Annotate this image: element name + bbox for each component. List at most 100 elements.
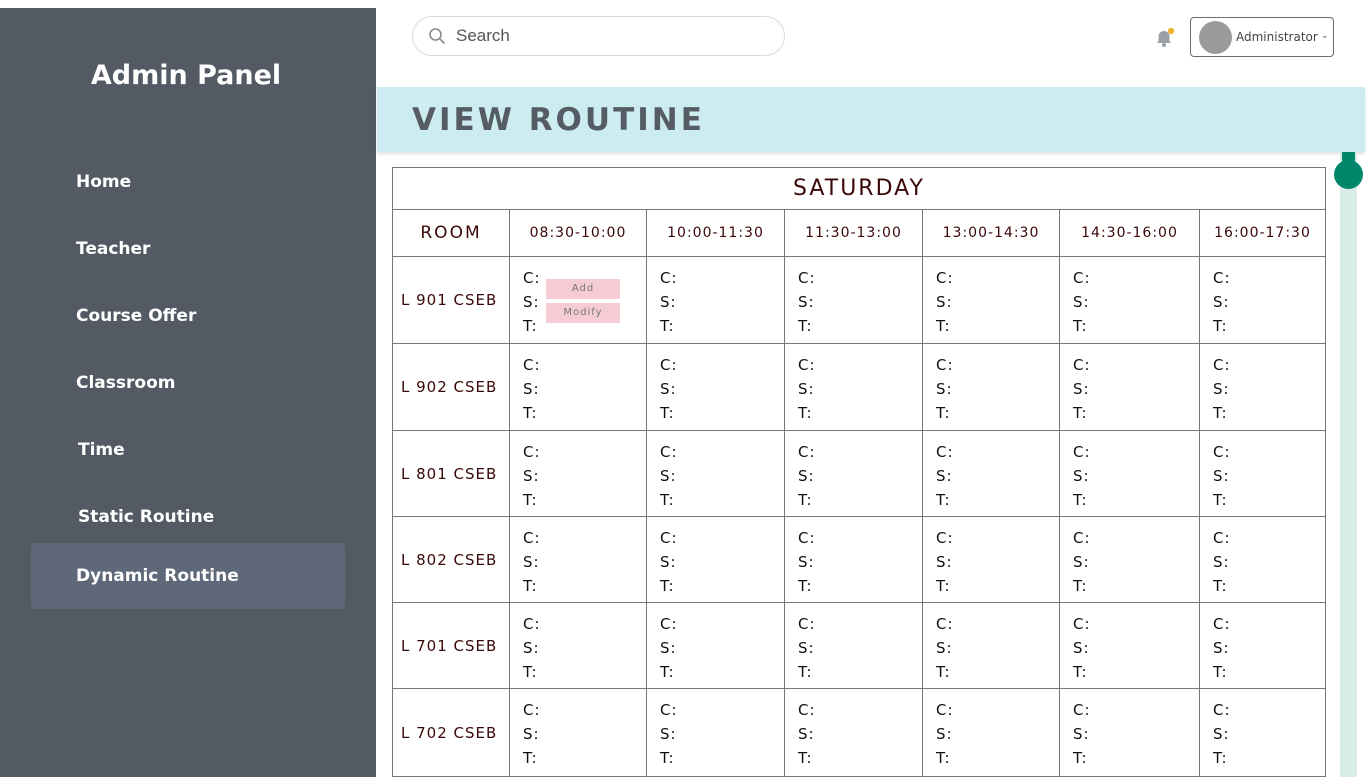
sidebar-item-classroom[interactable]: Classroom xyxy=(31,350,345,416)
routine-slot[interactable]: C: S: T: xyxy=(784,602,923,689)
slot-field-c: C: xyxy=(936,356,954,374)
routine-slot[interactable]: C: S: T: xyxy=(784,688,923,777)
slot-field-c: C: xyxy=(523,701,541,719)
sidebar-item-teacher[interactable]: Teacher xyxy=(31,216,345,282)
routine-slot[interactable]: C: S: T: xyxy=(1059,343,1200,431)
routine-slot[interactable]: C: S: T: xyxy=(1199,602,1326,689)
room-name: L 802 CSEB xyxy=(392,516,510,603)
slot-field-t: T: xyxy=(798,491,813,509)
routine-slot[interactable]: C: S: T: xyxy=(1059,430,1200,517)
slot-field-s: S: xyxy=(936,293,953,311)
routine-slot[interactable]: C: S: T: xyxy=(646,516,785,603)
slot-field-c: C: xyxy=(936,269,954,287)
slot-field-t: T: xyxy=(1213,663,1228,681)
routine-slot[interactable]: C: S: T: xyxy=(784,343,923,431)
chevron-down-icon: ⌄ xyxy=(1321,30,1329,40)
sidebar-item-time[interactable]: Time xyxy=(31,417,345,483)
slot-field-t: T: xyxy=(1213,577,1228,595)
routine-slot[interactable]: C: S: T: xyxy=(646,343,785,431)
routine-slot[interactable]: C: S: T: xyxy=(784,516,923,603)
sidebar-item-dynamic-routine[interactable]: Dynamic Routine xyxy=(31,543,345,609)
slot-field-c: C: xyxy=(660,529,678,547)
routine-slot[interactable]: C: S: T: xyxy=(1199,688,1326,777)
routine-slot[interactable]: C: S: T: xyxy=(646,688,785,777)
slot-field-t: T: xyxy=(1073,749,1088,767)
routine-slot[interactable]: C: S: T: xyxy=(784,430,923,517)
slot-field-t: T: xyxy=(523,663,538,681)
routine-slot[interactable]: C: S: T: xyxy=(1059,256,1200,344)
slot-field-c: C: xyxy=(660,269,678,287)
slot-field-t: T: xyxy=(798,749,813,767)
routine-table: SATURDAY ROOM 08:30-10:00 10:00-11:30 11… xyxy=(392,167,1326,777)
routine-slot[interactable]: C: S: T: xyxy=(784,256,923,344)
routine-slot[interactable]: C: S: T: xyxy=(1199,343,1326,431)
routine-slot[interactable]: C: S: T: xyxy=(509,430,647,517)
table-row: L 902 CSEB C: S: T: C: S: T: C: S: T: C: S: T: C: S: T:… xyxy=(392,343,1326,431)
slot-field-c: C: xyxy=(936,529,954,547)
page-title: VIEW ROUTINE xyxy=(412,102,705,138)
slot-field-c: C: xyxy=(1073,269,1091,287)
scrollbar-track[interactable] xyxy=(1340,152,1357,777)
routine-slot[interactable]: C: S: T: xyxy=(922,602,1060,689)
slot-field-s: S: xyxy=(798,467,815,485)
slot-field-s: S: xyxy=(1213,293,1230,311)
table-row: L 701 CSEB C: S: T: C: S: T: C: S: T: C: S: T: C: S: T:… xyxy=(392,602,1326,689)
slot-field-t: T: xyxy=(523,749,538,767)
routine-slot[interactable]: C: S: T: xyxy=(922,688,1060,777)
search-box[interactable] xyxy=(412,16,785,56)
search-input[interactable] xyxy=(456,24,766,48)
routine-slot[interactable]: C: S: T: xyxy=(922,430,1060,517)
slot-field-s: S: xyxy=(660,639,677,657)
slot-field-c: C: xyxy=(1073,701,1091,719)
routine-slot[interactable]: C: S: T: xyxy=(509,516,647,603)
routine-slot[interactable]: C: S: T: xyxy=(509,688,647,777)
brand-title: Admin Panel xyxy=(90,60,282,91)
slot-field-c: C: xyxy=(936,615,954,633)
slot-field-c: C: xyxy=(798,701,816,719)
slot-field-c: C: xyxy=(660,701,678,719)
scrollbar-thumb[interactable] xyxy=(1334,160,1363,189)
routine-slot[interactable]: C: S: T: xyxy=(1199,256,1326,344)
routine-slot[interactable]: C: S: T: xyxy=(646,602,785,689)
routine-slot[interactable]: C: S: T: xyxy=(1059,516,1200,603)
slot-field-c: C: xyxy=(523,529,541,547)
sidebar-item-label: Course Offer xyxy=(76,306,197,326)
slot-field-s: S: xyxy=(798,639,815,657)
bell-icon[interactable] xyxy=(1154,27,1176,49)
sidebar-item-static-routine[interactable]: Static Routine xyxy=(31,484,345,550)
routine-slot[interactable]: C: S: T: xyxy=(646,430,785,517)
slot-field-c: C: xyxy=(1213,615,1231,633)
slot-field-s: S: xyxy=(1073,467,1090,485)
sidebar-item-home[interactable]: Home xyxy=(31,149,345,215)
sidebar-item-label: Home xyxy=(76,172,132,192)
room-name: L 701 CSEB xyxy=(392,602,510,689)
sidebar-item-course-offer[interactable]: Course Offer xyxy=(31,283,345,349)
sidebar-item-label: Static Routine xyxy=(78,507,215,527)
modify-button[interactable]: Modify xyxy=(546,303,620,323)
routine-slot[interactable]: C: S: T: xyxy=(922,256,1060,344)
table-row: L 702 CSEB C: S: T: C: S: T: C: S: T: C: S: T: C: S: T:… xyxy=(392,688,1326,777)
time-slot-header: 11:30-13:00 xyxy=(784,209,923,257)
routine-slot[interactable]: C: S: T: xyxy=(1059,602,1200,689)
slot-field-c: C: xyxy=(1073,615,1091,633)
routine-slot[interactable]: C: S: T: xyxy=(1059,688,1200,777)
routine-slot[interactable]: C: S: T: xyxy=(1199,516,1326,603)
slot-field-s: S: xyxy=(1213,553,1230,571)
routine-slot[interactable]: C: S: T: xyxy=(646,256,785,344)
routine-slot[interactable]: C: S: T: xyxy=(509,602,647,689)
slot-field-s: S: xyxy=(798,293,815,311)
routine-slot[interactable]: C: S: T: xyxy=(922,343,1060,431)
slot-field-c: C: xyxy=(1213,443,1231,461)
routine-slot[interactable]: C: S: T: xyxy=(1199,430,1326,517)
routine-slot[interactable]: C: S: T: Add Modify xyxy=(509,256,647,344)
slot-field-t: T: xyxy=(660,577,675,595)
time-slot-header: 08:30-10:00 xyxy=(509,209,647,257)
routine-slot[interactable]: C: S: T: xyxy=(922,516,1060,603)
slot-field-s: S: xyxy=(1073,639,1090,657)
slot-field-c: C: xyxy=(1073,529,1091,547)
routine-slot[interactable]: C: S: T: xyxy=(509,343,647,431)
day-title: SATURDAY xyxy=(392,167,1326,210)
user-menu-button[interactable]: Administrator ⌄ xyxy=(1190,17,1334,57)
add-button[interactable]: Add xyxy=(546,279,620,299)
slot-field-s: S: xyxy=(523,380,540,398)
